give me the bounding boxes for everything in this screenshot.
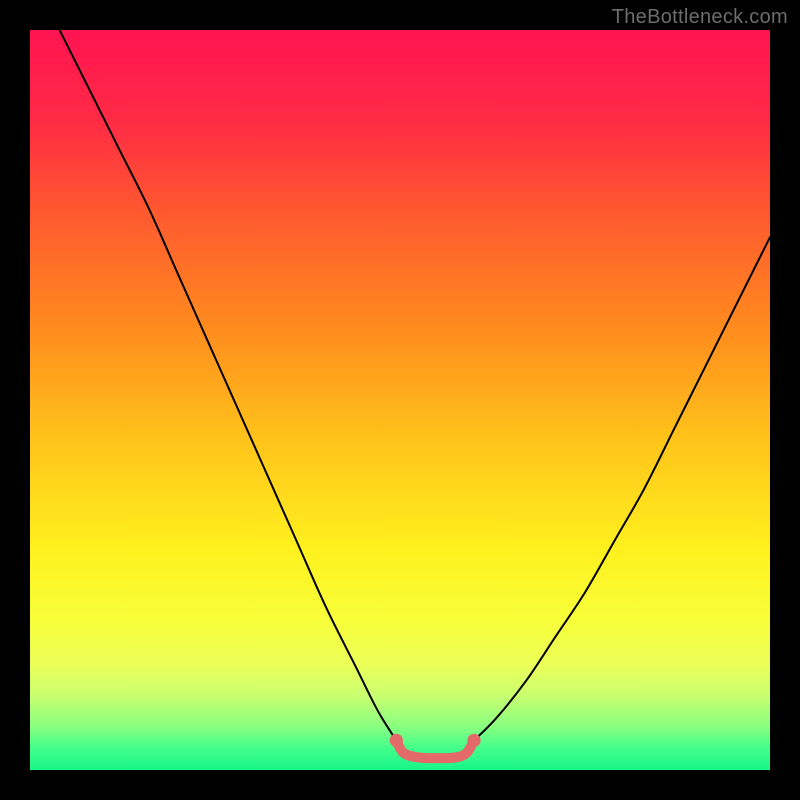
floor-marker-end-left [390, 734, 403, 747]
gradient-background [30, 30, 770, 770]
floor-marker-end-right [467, 734, 480, 747]
chart-svg [30, 30, 770, 770]
watermark-text: TheBottleneck.com [612, 6, 788, 29]
plot-area [30, 30, 770, 770]
chart-frame: TheBottleneck.com [0, 0, 800, 800]
